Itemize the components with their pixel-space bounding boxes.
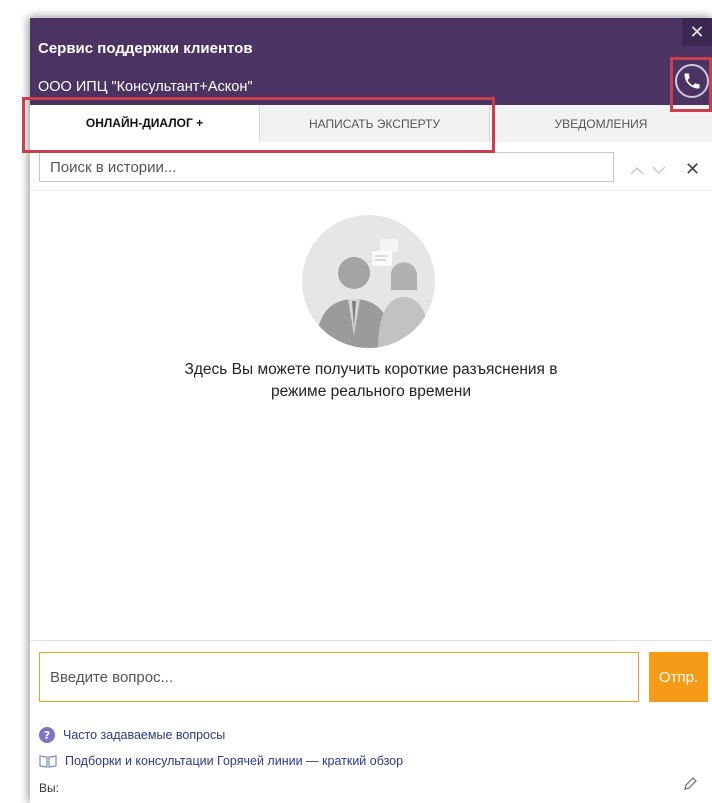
edit-icon[interactable] xyxy=(682,776,698,797)
close-icon: ✕ xyxy=(689,22,705,42)
faq-link[interactable]: ? Часто задаваемые вопросы xyxy=(39,727,225,743)
window-header: Сервис поддержки клиентов ООО ИПЦ "Консу… xyxy=(30,18,712,105)
empty-state-hint: Здесь Вы можете получить короткие разъяс… xyxy=(184,361,558,400)
tab-label: УВЕДОМЛЕНИЯ xyxy=(554,116,648,131)
hotline-overview-link[interactable]: Подборки и консультации Горячей линии — … xyxy=(39,754,403,768)
company-name: ООО ИПЦ "Консультант+Аскон" xyxy=(38,79,253,95)
history-search-input[interactable]: Поиск в истории... xyxy=(39,152,614,182)
chevron-down-icon[interactable] xyxy=(652,162,666,178)
phone-icon xyxy=(684,73,700,89)
support-illustration xyxy=(302,215,435,348)
help-icon: ? xyxy=(39,727,55,743)
question-input[interactable]: Введите вопрос... xyxy=(39,652,639,702)
tab-notifications[interactable]: УВЕДОМЛЕНИЯ xyxy=(490,105,712,142)
history-search-bar: Поиск в истории... ✕ xyxy=(30,142,712,190)
tab-write-expert[interactable]: НАПИСАТЬ ЭКСПЕРТУ xyxy=(260,105,490,142)
chevron-up-icon[interactable] xyxy=(630,162,644,178)
tab-online-dialog[interactable]: ОНЛАЙН-ДИАЛОГ + xyxy=(30,105,260,142)
book-icon xyxy=(39,755,57,768)
hotline-overview-label: Подборки и консультации Горячей линии — … xyxy=(65,754,404,768)
window-title: Сервис поддержки клиентов xyxy=(38,40,253,57)
user-label: Вы: xyxy=(39,781,59,795)
composer-divider xyxy=(30,640,712,641)
chat-history-area: Здесь Вы можете получить короткие разъяс… xyxy=(30,190,712,641)
tab-label: ОНЛАЙН-ДИАЛОГ + xyxy=(85,116,204,130)
send-button[interactable]: Отпр. xyxy=(649,652,708,702)
tab-label: НАПИСАТЬ ЭКСПЕРТУ xyxy=(309,116,440,131)
svg-text:?: ? xyxy=(44,729,50,742)
tab-bar: ОНЛАЙН-ДИАЛОГ + НАПИСАТЬ ЭКСПЕРТУ УВЕДОМ… xyxy=(30,105,712,143)
faq-link-label: Часто задаваемые вопросы xyxy=(63,728,226,742)
call-button[interactable] xyxy=(675,64,709,98)
close-window-button[interactable]: ✕ xyxy=(682,18,712,46)
clear-search-icon[interactable]: ✕ xyxy=(685,159,700,180)
